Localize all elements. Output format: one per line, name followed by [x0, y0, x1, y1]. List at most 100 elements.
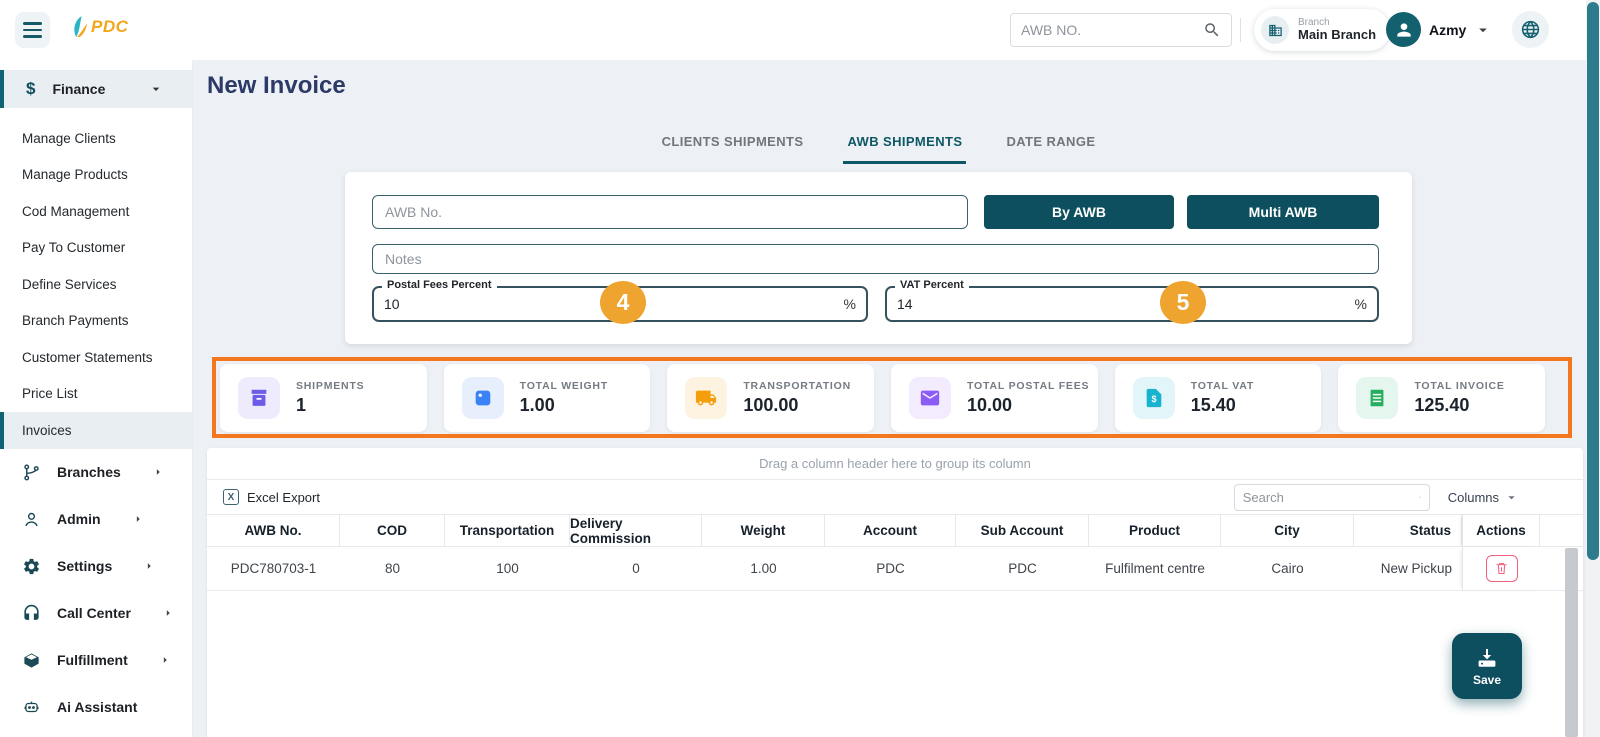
hamburger-menu-button[interactable]	[15, 12, 50, 48]
chevron-down-icon	[1479, 28, 1488, 32]
column-header-transportation[interactable]: Transportation	[445, 515, 570, 546]
card-total-weight: TOTAL WEIGHT 1.00	[443, 364, 651, 432]
card-transportation: TRANSPORTATION 100.00	[667, 364, 875, 432]
admin-person-icon	[25, 512, 38, 526]
vat-percent-field: VAT Percent %	[885, 279, 1379, 322]
column-header-status[interactable]: Status	[1354, 515, 1462, 546]
column-header-weight[interactable]: Weight	[702, 515, 825, 546]
columns-chooser-button[interactable]: Columns	[1448, 490, 1519, 505]
vat-percent-input[interactable]	[887, 288, 1206, 320]
multi-awb-button[interactable]: Multi AWB	[1187, 195, 1379, 229]
language-globe-button[interactable]	[1512, 11, 1549, 48]
package-icon	[461, 377, 504, 419]
shipments-table-panel: Drag a column header here to group its c…	[207, 448, 1583, 737]
table-search-box	[1233, 483, 1430, 511]
chevron-right-icon	[136, 516, 140, 522]
card-total-vat: $ TOTAL VAT 15.40	[1114, 364, 1322, 432]
cell-sub-account: PDC	[1008, 561, 1037, 576]
cell-delivery-commission: 0	[632, 561, 640, 576]
dollar-icon: $	[26, 79, 36, 98]
cell-weight: 1.00	[750, 561, 777, 576]
main-content: New Invoice CLIENTS SHIPMENTS AWB SHIPME…	[194, 60, 1600, 737]
vat-document-icon: $	[1132, 377, 1175, 419]
tab-clients-shipments[interactable]: CLIENTS SHIPMENTS	[658, 126, 808, 164]
tab-date-range[interactable]: DATE RANGE	[1002, 126, 1099, 164]
excel-export-button[interactable]: X Excel Export	[223, 489, 320, 505]
column-header-cod[interactable]: COD	[340, 515, 445, 546]
branch-name: Main Branch	[1298, 27, 1377, 43]
archive-box-icon	[238, 377, 280, 419]
finance-label: Finance	[52, 81, 106, 97]
cell-cod: 80	[384, 561, 401, 576]
caret-down-icon	[1508, 495, 1515, 499]
invoice-form-card: By AWB Multi AWB Postal Fees Percent % V…	[345, 172, 1412, 344]
app-root: PDC Branch Main Branch Azmy	[0, 0, 1600, 737]
chevron-right-icon	[163, 657, 167, 663]
sidebar-item-pay-to-customer[interactable]: Pay To Customer	[0, 230, 192, 267]
cell-status: New Pickup	[1380, 561, 1452, 576]
save-button[interactable]: Save	[1452, 633, 1522, 699]
table-search-input[interactable]	[1242, 489, 1419, 505]
chevron-right-icon	[166, 610, 170, 616]
column-header-awb-no[interactable]: AWB No.	[207, 515, 340, 546]
table-row: PDC780703-1 80 100 0 1.00 PDC PDC Fulfil…	[207, 547, 1583, 591]
chevron-right-icon	[148, 563, 151, 569]
search-icon[interactable]	[1203, 21, 1221, 39]
headset-icon	[24, 604, 39, 620]
awb-search-input[interactable]	[1021, 22, 1203, 38]
pdc-logo: PDC	[68, 15, 128, 39]
finance-submenu: Manage Clients Manage Products Cod Manag…	[0, 108, 192, 449]
sidebar-item-define-services[interactable]: Define Services	[0, 266, 192, 303]
sidebar-group-call-center[interactable]: Call Center	[0, 590, 192, 637]
search-icon	[1418, 496, 1421, 498]
sidebar-section-finance[interactable]: $ Finance	[0, 70, 192, 108]
tab-awb-shipments[interactable]: AWB SHIPMENTS	[843, 126, 967, 164]
cell-product: Fulfilment centre	[1105, 561, 1205, 576]
user-menu[interactable]: Azmy	[1386, 12, 1492, 47]
branches-icon	[24, 464, 39, 480]
sidebar-item-manage-clients[interactable]: Manage Clients	[0, 120, 192, 157]
sidebar-group-branches[interactable]: Branches	[0, 449, 192, 496]
sidebar-group-ai-assistant[interactable]: Ai Assistant	[0, 684, 192, 731]
table-scrollbar[interactable]	[1565, 548, 1578, 737]
sidebar-item-cod-management[interactable]: Cod Management	[0, 193, 192, 230]
envelope-icon	[909, 377, 952, 419]
cell-awb-no: PDC780703-1	[230, 561, 317, 576]
postal-fees-percent-label: Postal Fees Percent	[382, 279, 497, 291]
column-header-product[interactable]: Product	[1089, 515, 1221, 546]
building-icon	[1261, 16, 1289, 44]
notes-input[interactable]	[372, 244, 1379, 274]
sidebar-group-settings[interactable]: Settings	[0, 543, 192, 590]
sidebar-item-customer-statements[interactable]: Customer Statements	[0, 339, 192, 376]
sidebar-group-admin[interactable]: Admin	[0, 496, 192, 543]
sidebar-item-branch-payments[interactable]: Branch Payments	[0, 303, 192, 340]
branch-selector[interactable]: Branch Main Branch	[1254, 9, 1391, 51]
column-header-actions: Actions	[1462, 515, 1540, 546]
card-total-invoice: TOTAL INVOICE 125.40	[1338, 364, 1546, 432]
group-by-drop-zone[interactable]: Drag a column header here to group its c…	[207, 448, 1583, 480]
awb-no-input[interactable]	[372, 195, 968, 229]
box-icon	[24, 652, 39, 668]
ai-assistant-icon	[24, 701, 39, 712]
cell-transportation: 100	[496, 561, 519, 576]
delete-row-button[interactable]	[1485, 555, 1518, 582]
column-header-account[interactable]: Account	[825, 515, 956, 546]
sidebar-item-manage-products[interactable]: Manage Products	[0, 157, 192, 194]
save-icon	[1478, 648, 1496, 667]
sidebar: $ Finance Manage Clients Manage Products…	[0, 60, 193, 737]
page-scrollbar[interactable]	[1586, 0, 1600, 737]
column-header-city[interactable]: City	[1221, 515, 1354, 546]
page-scrollbar-thumb[interactable]	[1587, 2, 1599, 560]
step-badge-4: 4	[600, 281, 646, 324]
header-divider	[1240, 18, 1241, 42]
sidebar-item-invoices[interactable]: Invoices	[0, 412, 192, 449]
column-header-sub-account[interactable]: Sub Account	[956, 515, 1089, 546]
column-header-delivery-commission[interactable]: Delivery Commission	[570, 515, 702, 546]
caret-down-icon	[153, 87, 160, 91]
sidebar-item-price-list[interactable]: Price List	[0, 376, 192, 413]
step-badge-5: 5	[1160, 281, 1206, 324]
sidebar-group-fulfillment[interactable]: Fulfillment	[0, 637, 192, 684]
svg-text:$: $	[1151, 394, 1156, 404]
by-awb-button[interactable]: By AWB	[984, 195, 1174, 229]
logo-text: PDC	[91, 17, 129, 36]
